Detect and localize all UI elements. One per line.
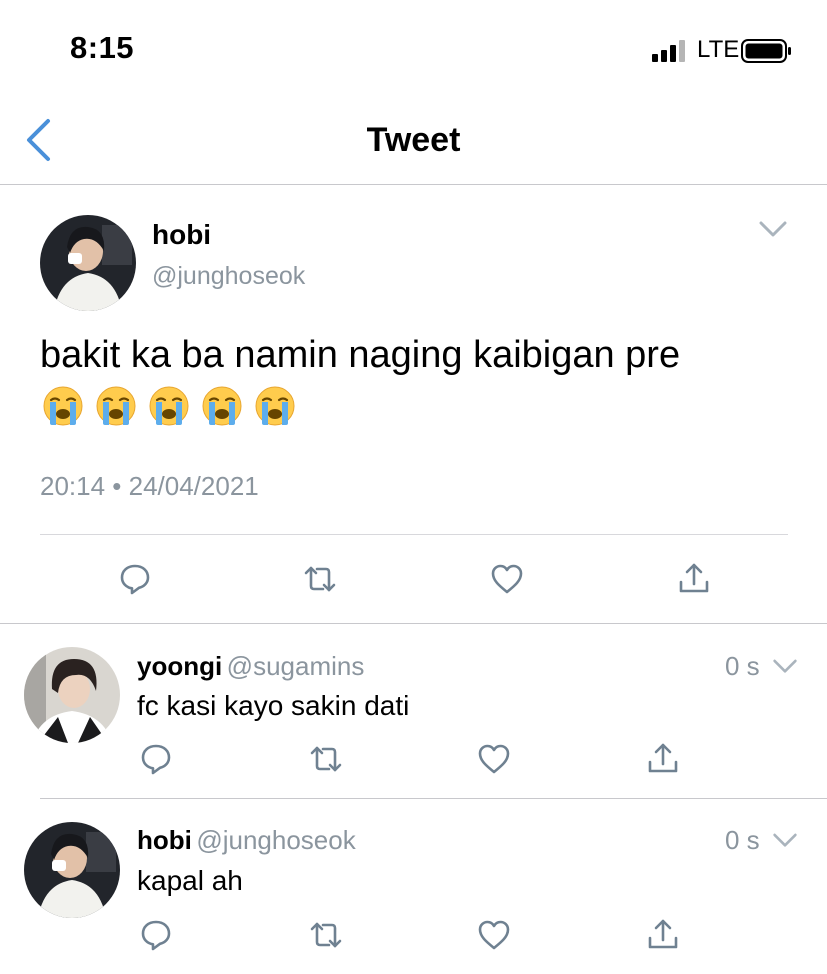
reply-divider <box>40 798 827 799</box>
network-label: LTE <box>697 36 740 63</box>
like-icon[interactable] <box>490 562 524 596</box>
share-icon[interactable] <box>646 917 680 951</box>
share-icon[interactable] <box>646 741 680 775</box>
reply-author-name[interactable]: yoongi <box>137 651 222 681</box>
reply-author-handle[interactable]: @junghoseok <box>196 825 355 855</box>
retweet-icon[interactable] <box>309 918 343 952</box>
reply-text: kapal ah <box>137 865 243 896</box>
signal-icon <box>652 40 685 62</box>
reply-icon[interactable] <box>139 918 173 952</box>
reply-icon[interactable] <box>139 742 173 776</box>
crying-face-icon <box>148 385 190 427</box>
status-time: 8:15 <box>70 30 135 65</box>
avatar[interactable] <box>24 822 120 918</box>
like-icon[interactable] <box>477 918 511 952</box>
reply-time: 0 s <box>725 825 760 855</box>
chevron-down-icon[interactable] <box>772 658 798 676</box>
crying-face-icon <box>42 385 84 427</box>
page-title: Tweet <box>366 121 461 159</box>
crying-face-icon <box>201 385 243 427</box>
tweet-timestamp: 20:14 • 24/04/2021 <box>40 471 259 501</box>
author-name[interactable]: hobi <box>152 219 211 251</box>
tweet-text: bakit ka ba namin naging kaibigan pre <box>40 334 681 376</box>
reply-text: fc kasi kayo sakin dati <box>137 690 410 721</box>
avatar[interactable] <box>40 215 136 311</box>
section-divider <box>0 623 827 624</box>
battery-icon <box>741 39 791 63</box>
crying-face-icon <box>95 385 137 427</box>
reply-author-handle[interactable]: @sugamins <box>227 651 365 681</box>
reply-author-name[interactable]: hobi <box>137 825 192 855</box>
emoji-row <box>42 385 296 427</box>
retweet-icon[interactable] <box>303 562 337 596</box>
like-icon[interactable] <box>477 742 511 776</box>
crying-face-icon <box>254 385 296 427</box>
chevron-down-icon[interactable] <box>772 832 798 850</box>
chevron-down-icon[interactable] <box>758 220 788 240</box>
share-icon[interactable] <box>677 561 711 595</box>
author-handle[interactable]: @junghoseok <box>152 262 305 291</box>
avatar[interactable] <box>24 647 120 743</box>
nav-divider <box>0 184 827 185</box>
retweet-icon[interactable] <box>309 742 343 776</box>
reply-time: 0 s <box>725 651 760 681</box>
reply-icon[interactable] <box>118 562 152 596</box>
tweet-divider <box>40 534 788 535</box>
